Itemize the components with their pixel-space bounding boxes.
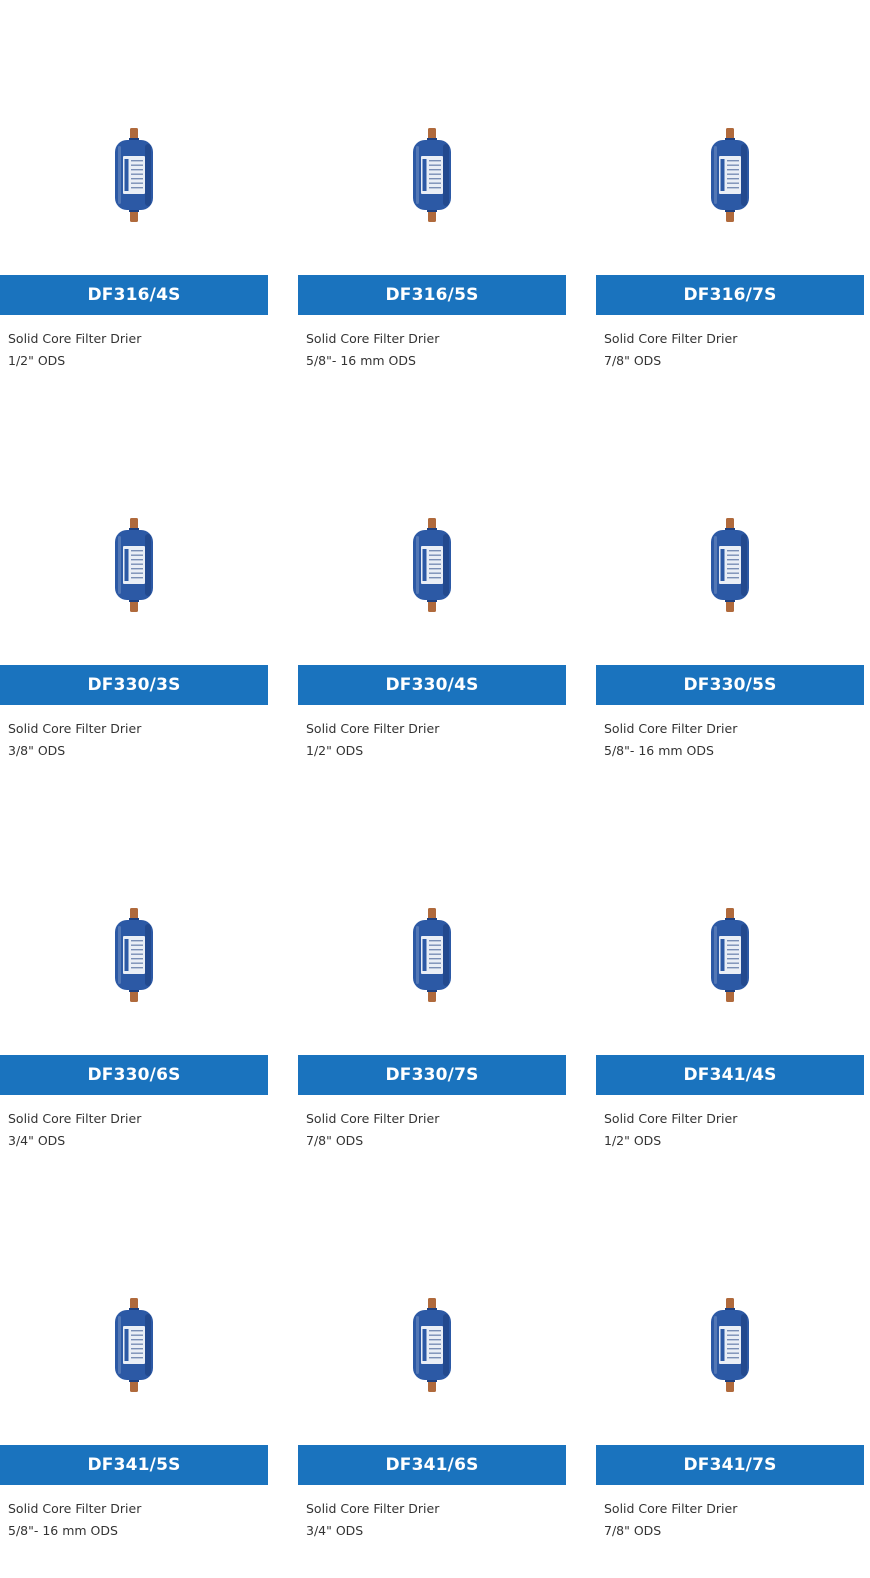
product-description: Solid Core Filter Drier 7/8" ODS <box>604 1498 859 1542</box>
product-card[interactable]: DF330/4S Solid Core Filter Drier 1/2" OD… <box>298 390 566 780</box>
filter-drier-icon <box>413 128 451 222</box>
filter-drier-icon <box>115 1298 153 1392</box>
product-size: 5/8"- 16 mm ODS <box>604 743 714 758</box>
product-card[interactable]: DF316/5S Solid Core Filter Drier 5/8"- 1… <box>298 0 566 390</box>
product-card[interactable]: DF316/4S Solid Core Filter Drier 1/2" OD… <box>0 0 268 390</box>
product-image[interactable] <box>0 1170 268 1445</box>
filter-drier-icon <box>115 128 153 222</box>
product-size: 5/8"- 16 mm ODS <box>8 1523 118 1538</box>
product-title[interactable]: DF341/7S <box>596 1445 864 1485</box>
product-image[interactable] <box>0 0 268 275</box>
product-card[interactable]: DF341/6S Solid Core Filter Drier 3/4" OD… <box>298 1170 566 1560</box>
product-title[interactable]: DF330/5S <box>596 665 864 705</box>
product-description: Solid Core Filter Drier 5/8"- 16 mm ODS <box>604 718 859 762</box>
product-name: Solid Core Filter Drier <box>306 331 440 346</box>
product-title[interactable]: DF341/4S <box>596 1055 864 1095</box>
filter-drier-icon <box>413 908 451 1002</box>
product-card[interactable]: DF330/5S Solid Core Filter Drier 5/8"- 1… <box>596 390 864 780</box>
product-title[interactable]: DF341/5S <box>0 1445 268 1485</box>
product-card[interactable]: DF316/7S Solid Core Filter Drier 7/8" OD… <box>596 0 864 390</box>
product-size: 3/4" ODS <box>8 1133 66 1148</box>
product-size: 1/2" ODS <box>306 743 364 758</box>
product-description: Solid Core Filter Drier 5/8"- 16 mm ODS <box>8 1498 263 1542</box>
product-name: Solid Core Filter Drier <box>8 331 142 346</box>
product-name: Solid Core Filter Drier <box>306 1111 440 1126</box>
product-size: 3/4" ODS <box>306 1523 364 1538</box>
product-name: Solid Core Filter Drier <box>604 331 738 346</box>
product-image[interactable] <box>596 390 864 665</box>
product-description: Solid Core Filter Drier 5/8"- 16 mm ODS <box>306 328 561 372</box>
product-size: 5/8"- 16 mm ODS <box>306 353 416 368</box>
filter-drier-icon <box>711 518 749 612</box>
product-description: Solid Core Filter Drier 1/2" ODS <box>604 1108 859 1152</box>
filter-drier-icon <box>115 518 153 612</box>
product-size: 1/2" ODS <box>604 1133 662 1148</box>
product-name: Solid Core Filter Drier <box>604 721 738 736</box>
product-title[interactable]: DF330/7S <box>298 1055 566 1095</box>
product-name: Solid Core Filter Drier <box>604 1111 738 1126</box>
product-card[interactable]: DF341/7S Solid Core Filter Drier 7/8" OD… <box>596 1170 864 1560</box>
product-image[interactable] <box>596 1170 864 1445</box>
product-name: Solid Core Filter Drier <box>8 721 142 736</box>
product-name: Solid Core Filter Drier <box>604 1501 738 1516</box>
filter-drier-icon <box>413 1298 451 1392</box>
product-image[interactable] <box>0 390 268 665</box>
product-card[interactable]: DF341/5S Solid Core Filter Drier 5/8"- 1… <box>0 1170 268 1560</box>
product-name: Solid Core Filter Drier <box>8 1501 142 1516</box>
product-title[interactable]: DF316/4S <box>0 275 268 315</box>
product-description: Solid Core Filter Drier 1/2" ODS <box>8 328 263 372</box>
product-image[interactable] <box>0 780 268 1055</box>
product-name: Solid Core Filter Drier <box>8 1111 142 1126</box>
product-card[interactable]: DF330/7S Solid Core Filter Drier 7/8" OD… <box>298 780 566 1170</box>
product-card[interactable]: DF330/3S Solid Core Filter Drier 3/8" OD… <box>0 390 268 780</box>
product-card[interactable]: DF341/4S Solid Core Filter Drier 1/2" OD… <box>596 780 864 1170</box>
filter-drier-icon <box>115 908 153 1002</box>
product-title[interactable]: DF330/3S <box>0 665 268 705</box>
product-description: Solid Core Filter Drier 3/4" ODS <box>306 1498 561 1542</box>
product-card[interactable]: DF330/6S Solid Core Filter Drier 3/4" OD… <box>0 780 268 1170</box>
product-size: 7/8" ODS <box>306 1133 364 1148</box>
filter-drier-icon <box>711 1298 749 1392</box>
product-size: 7/8" ODS <box>604 353 662 368</box>
product-title[interactable]: DF330/4S <box>298 665 566 705</box>
product-name: Solid Core Filter Drier <box>306 721 440 736</box>
product-description: Solid Core Filter Drier 7/8" ODS <box>306 1108 561 1152</box>
filter-drier-icon <box>711 128 749 222</box>
product-description: Solid Core Filter Drier 1/2" ODS <box>306 718 561 762</box>
product-image[interactable] <box>298 780 566 1055</box>
product-title[interactable]: DF316/5S <box>298 275 566 315</box>
product-name: Solid Core Filter Drier <box>306 1501 440 1516</box>
product-description: Solid Core Filter Drier 3/4" ODS <box>8 1108 263 1152</box>
product-image[interactable] <box>596 780 864 1055</box>
filter-drier-icon <box>711 908 749 1002</box>
product-image[interactable] <box>298 1170 566 1445</box>
product-size: 1/2" ODS <box>8 353 66 368</box>
product-image[interactable] <box>596 0 864 275</box>
product-description: Solid Core Filter Drier 3/8" ODS <box>8 718 263 762</box>
product-size: 3/8" ODS <box>8 743 66 758</box>
product-title[interactable]: DF341/6S <box>298 1445 566 1485</box>
product-size: 7/8" ODS <box>604 1523 662 1538</box>
product-title[interactable]: DF330/6S <box>0 1055 268 1095</box>
product-image[interactable] <box>298 0 566 275</box>
product-image[interactable] <box>298 390 566 665</box>
filter-drier-icon <box>413 518 451 612</box>
product-description: Solid Core Filter Drier 7/8" ODS <box>604 328 859 372</box>
product-title[interactable]: DF316/7S <box>596 275 864 315</box>
